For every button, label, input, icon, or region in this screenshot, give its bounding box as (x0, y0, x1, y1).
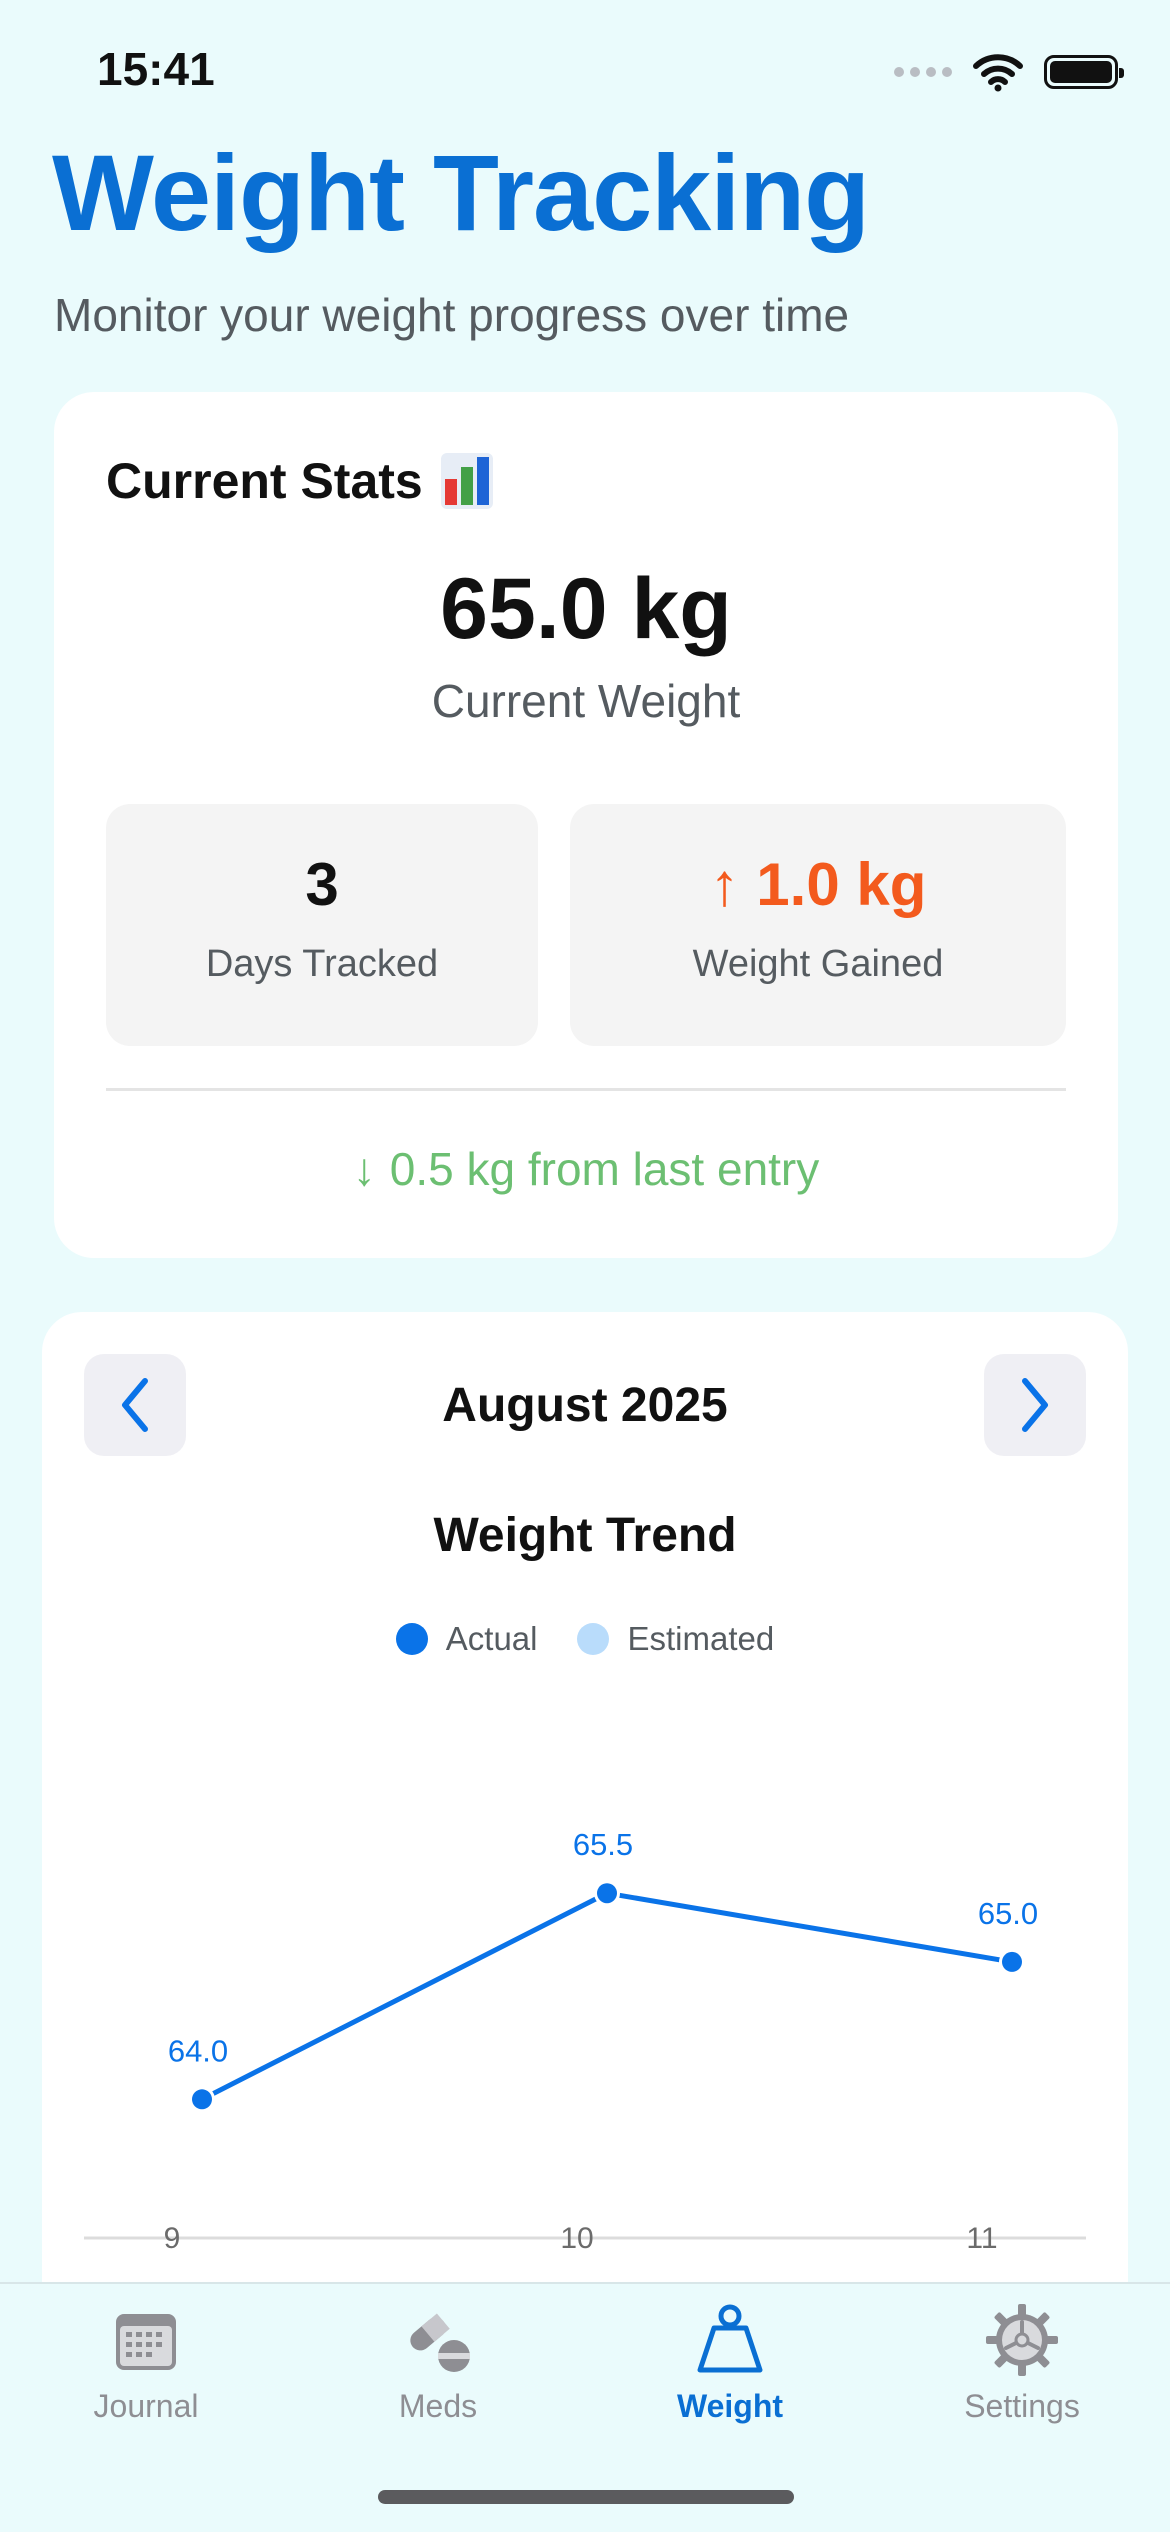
x-tick-label: 9 (164, 2222, 181, 2255)
weight-gained-amount: 1.0 kg (756, 851, 927, 918)
divider (106, 1088, 1066, 1091)
current-stats-heading: Current Stats (106, 452, 493, 510)
battery-icon (1044, 55, 1124, 89)
days-tracked-label: Days Tracked (205, 943, 439, 985)
days-tracked-box: 3 Days Tracked (106, 804, 538, 1046)
data-point (192, 2089, 212, 2110)
tab-label-meds: Meds (398, 2388, 478, 2424)
tab-label-settings: Settings (964, 2388, 1080, 2424)
x-tick-label: 10 (560, 2222, 593, 2255)
pills-icon (410, 2313, 470, 2372)
days-tracked-value: 3 (305, 851, 339, 918)
weight-gained-label: Weight Gained (692, 943, 944, 985)
current-weight-label: Current Weight (431, 675, 741, 727)
data-label: 65.0 (978, 1896, 1038, 1931)
weight-tracking-screen: 15:41 Weight Tracking Monitor your weigh… (0, 0, 1170, 2532)
last-entry-change: ↓ 0.5 kg from last entry (54, 1142, 1118, 1196)
weight-gained-box: ↑ 1.0 kg Weight Gained (570, 804, 1066, 1046)
cellular-signal-icon (894, 67, 952, 77)
gear-icon (986, 2304, 1058, 2376)
tab-label-weight: Weight (676, 2388, 784, 2424)
weight-trend-chart: 9 10 11 64.0 65.5 65.0 (84, 1827, 1086, 2255)
weight-gained-value: ↑ 1.0 kg (570, 850, 1066, 919)
tab-settings[interactable]: Settings (876, 2300, 1168, 2425)
series-line-actual (199, 1890, 1015, 2102)
last-entry-text: 0.5 kg from last entry (389, 1143, 820, 1195)
tab-meds[interactable]: Meds (292, 2300, 584, 2425)
arrow-up-icon: ↑ (709, 851, 740, 918)
calendar-icon (116, 2314, 176, 2370)
current-weight-value: 65.0 kg (440, 561, 732, 657)
page-subtitle: Monitor your weight progress over time (54, 289, 850, 341)
data-point (597, 1883, 617, 1904)
wifi-icon (973, 54, 1023, 92)
tab-weight[interactable]: Weight (584, 2300, 876, 2425)
scale-weight-icon (697, 2304, 763, 2373)
data-label: 65.5 (573, 1827, 633, 1862)
status-icons (894, 52, 1124, 92)
bar-chart-icon (440, 453, 493, 509)
arrow-down-icon: ↓ (352, 1143, 376, 1195)
status-time: 15:41 (97, 43, 215, 95)
data-point (1002, 1951, 1022, 1972)
page-title: Weight Tracking (52, 132, 870, 253)
home-indicator (378, 2490, 794, 2504)
data-label: 64.0 (168, 2033, 228, 2068)
current-stats-card: Current Stats 65.0 kg Current Weight 3 D… (54, 392, 1118, 1258)
tab-journal[interactable]: Journal (0, 2300, 292, 2425)
weight-trend-card: August 2025 Weight Trend Actual Estimate… (42, 1312, 1128, 2312)
tab-label-journal: Journal (93, 2388, 199, 2424)
x-tick-label: 11 (966, 2222, 997, 2255)
current-stats-title: Current Stats (106, 453, 423, 509)
